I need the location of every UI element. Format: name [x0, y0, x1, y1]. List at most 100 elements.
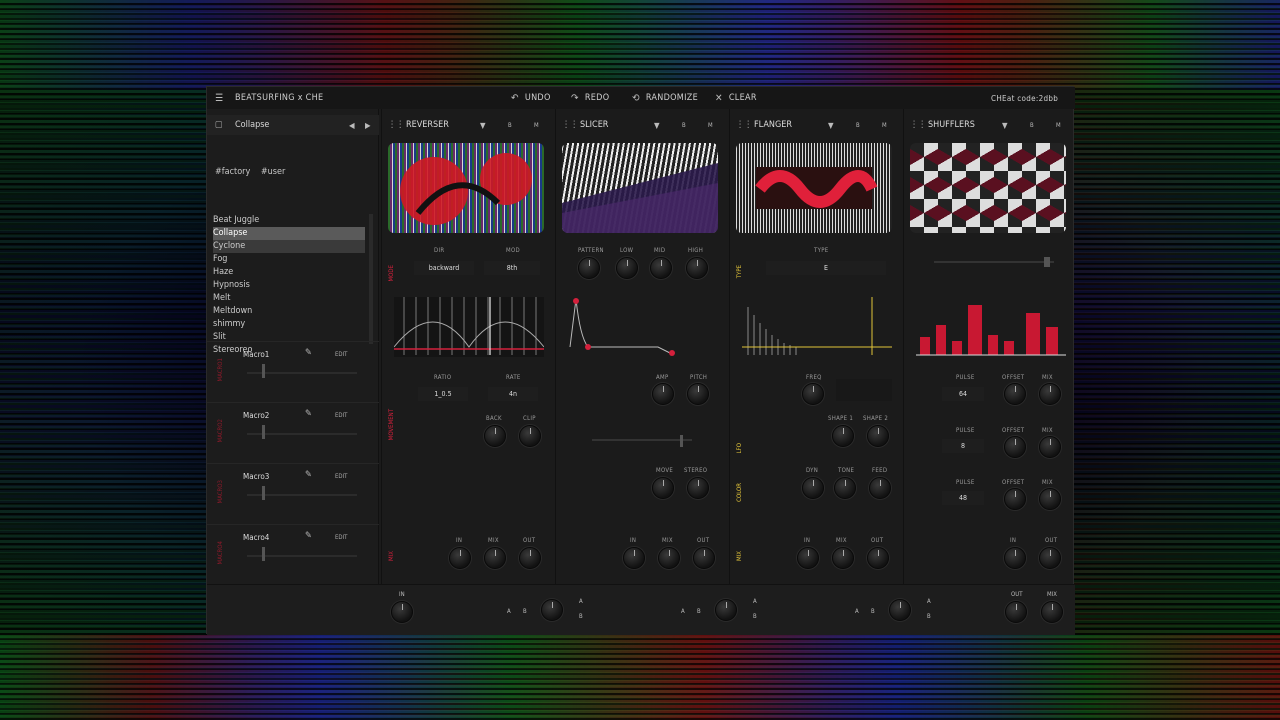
low-knob[interactable]	[616, 257, 638, 279]
mid-knob[interactable]	[650, 257, 672, 279]
preset-item[interactable]: Meltdown	[213, 305, 365, 318]
a-label[interactable]: A	[579, 598, 583, 605]
move-knob[interactable]	[652, 477, 674, 499]
redo-button[interactable]: ↷ REDO	[571, 87, 609, 109]
preset-scrollbar[interactable]	[369, 214, 373, 344]
tag-factory[interactable]: #factory	[215, 167, 250, 177]
out-knob[interactable]	[1039, 547, 1061, 569]
macro-label[interactable]: Macro3	[243, 472, 269, 481]
ratio-select[interactable]: 1_0.5	[418, 387, 468, 401]
preset-item[interactable]: Hypnosis	[213, 279, 365, 292]
envelope-graph[interactable]	[394, 297, 544, 357]
a-label[interactable]: A	[753, 598, 757, 605]
clear-button[interactable]: ✕ CLEAR	[715, 87, 757, 109]
next-preset-icon[interactable]: ▶	[365, 121, 371, 130]
save-icon[interactable]: ▢	[215, 120, 223, 130]
pencil-icon[interactable]: ✎	[305, 348, 312, 358]
preset-item[interactable]: Haze	[213, 266, 365, 279]
macro-slider-handle[interactable]	[262, 364, 265, 378]
mix-knob[interactable]	[1039, 488, 1061, 510]
shape1-knob[interactable]	[832, 425, 854, 447]
macro-label[interactable]: Macro2	[243, 411, 269, 420]
a-label[interactable]: A	[507, 608, 511, 615]
chevron-down-icon[interactable]: ▼	[828, 121, 834, 130]
chevron-down-icon[interactable]: ▼	[480, 121, 486, 130]
out-knob[interactable]	[867, 547, 889, 569]
mix-knob[interactable]	[832, 547, 854, 569]
type-select[interactable]: E	[766, 261, 886, 275]
macro-edit-button[interactable]: EDIT	[335, 473, 347, 480]
mix-knob[interactable]	[1039, 383, 1061, 405]
macro-edit-button[interactable]: EDIT	[335, 534, 347, 541]
mod-select[interactable]: 8th	[484, 261, 540, 275]
a-label[interactable]: A	[855, 608, 859, 615]
macro-edit-button[interactable]: EDIT	[335, 412, 347, 419]
global-in-knob[interactable]	[391, 601, 413, 623]
chevron-down-icon[interactable]: ▼	[1002, 121, 1008, 130]
macro-slider-handle[interactable]	[262, 425, 265, 439]
slice-envelope-graph[interactable]	[568, 297, 718, 357]
b-label[interactable]: B	[871, 608, 875, 615]
module-name[interactable]: FLANGER	[754, 120, 792, 130]
b-label[interactable]: B	[579, 613, 583, 620]
preset-item[interactable]: Beat Juggle	[213, 214, 365, 227]
back-knob[interactable]	[484, 425, 506, 447]
offset-knob[interactable]	[1004, 436, 1026, 458]
bypass-button[interactable]: B	[856, 122, 860, 129]
flanger-graph[interactable]	[742, 297, 892, 357]
mix-knob[interactable]	[484, 547, 506, 569]
module-name[interactable]: SLICER	[580, 120, 608, 130]
global-mix-knob[interactable]	[1041, 601, 1063, 623]
amp-knob[interactable]	[652, 383, 674, 405]
mix-knob[interactable]	[1039, 436, 1061, 458]
crossfade-knob[interactable]	[715, 599, 737, 621]
slicer-slider[interactable]	[592, 439, 692, 441]
feed-knob[interactable]	[869, 477, 891, 499]
slicer-slider-handle[interactable]	[680, 435, 683, 447]
module-name[interactable]: REVERSER	[406, 120, 449, 130]
pitch-knob[interactable]	[687, 383, 709, 405]
cheat-code[interactable]: CHEat code:2dbb	[991, 87, 1058, 109]
mute-button[interactable]: M	[1056, 122, 1061, 129]
chevron-down-icon[interactable]: ▼	[654, 121, 660, 130]
crossfade-knob[interactable]	[889, 599, 911, 621]
drag-handle-icon[interactable]: ⋮⋮	[910, 120, 926, 130]
preset-item[interactable]: Fog	[213, 253, 365, 266]
mute-button[interactable]: M	[534, 122, 539, 129]
clip-knob[interactable]	[519, 425, 541, 447]
stereo-knob[interactable]	[687, 477, 709, 499]
tag-user[interactable]: #user	[261, 167, 285, 177]
drag-handle-icon[interactable]: ⋮⋮	[736, 120, 752, 130]
macro-label[interactable]: Macro4	[243, 533, 269, 542]
preset-item[interactable]: Cyclone	[213, 240, 365, 253]
bypass-button[interactable]: B	[682, 122, 686, 129]
in-knob[interactable]	[1004, 547, 1026, 569]
macro-slider-handle[interactable]	[262, 547, 265, 561]
shufflers-slider-handle[interactable]	[1044, 257, 1050, 267]
module-name[interactable]: SHUFFLERS	[928, 120, 975, 130]
offset-knob[interactable]	[1004, 488, 1026, 510]
preset-item[interactable]: shimmy	[213, 318, 365, 331]
tone-knob[interactable]	[834, 477, 856, 499]
macro-slider-handle[interactable]	[262, 486, 265, 500]
drag-handle-icon[interactable]: ⋮⋮	[388, 120, 404, 130]
mute-button[interactable]: M	[882, 122, 887, 129]
pencil-icon[interactable]: ✎	[305, 531, 312, 541]
b-label[interactable]: B	[927, 613, 931, 620]
high-knob[interactable]	[686, 257, 708, 279]
mix-knob[interactable]	[658, 547, 680, 569]
dyn-knob[interactable]	[802, 477, 824, 499]
preset-item-selected[interactable]: Collapse	[213, 227, 365, 240]
pulse-select[interactable]: 48	[942, 491, 984, 505]
rate-select[interactable]: 4n	[488, 387, 538, 401]
out-knob[interactable]	[519, 547, 541, 569]
preset-name[interactable]: Collapse	[235, 120, 269, 130]
shape2-knob[interactable]	[867, 425, 889, 447]
pulse-select[interactable]: 64	[942, 387, 984, 401]
offset-knob[interactable]	[1004, 383, 1026, 405]
undo-button[interactable]: ↶ UNDO	[511, 87, 551, 109]
global-out-knob[interactable]	[1005, 601, 1027, 623]
bypass-button[interactable]: B	[508, 122, 512, 129]
in-knob[interactable]	[449, 547, 471, 569]
b-label[interactable]: B	[697, 608, 701, 615]
